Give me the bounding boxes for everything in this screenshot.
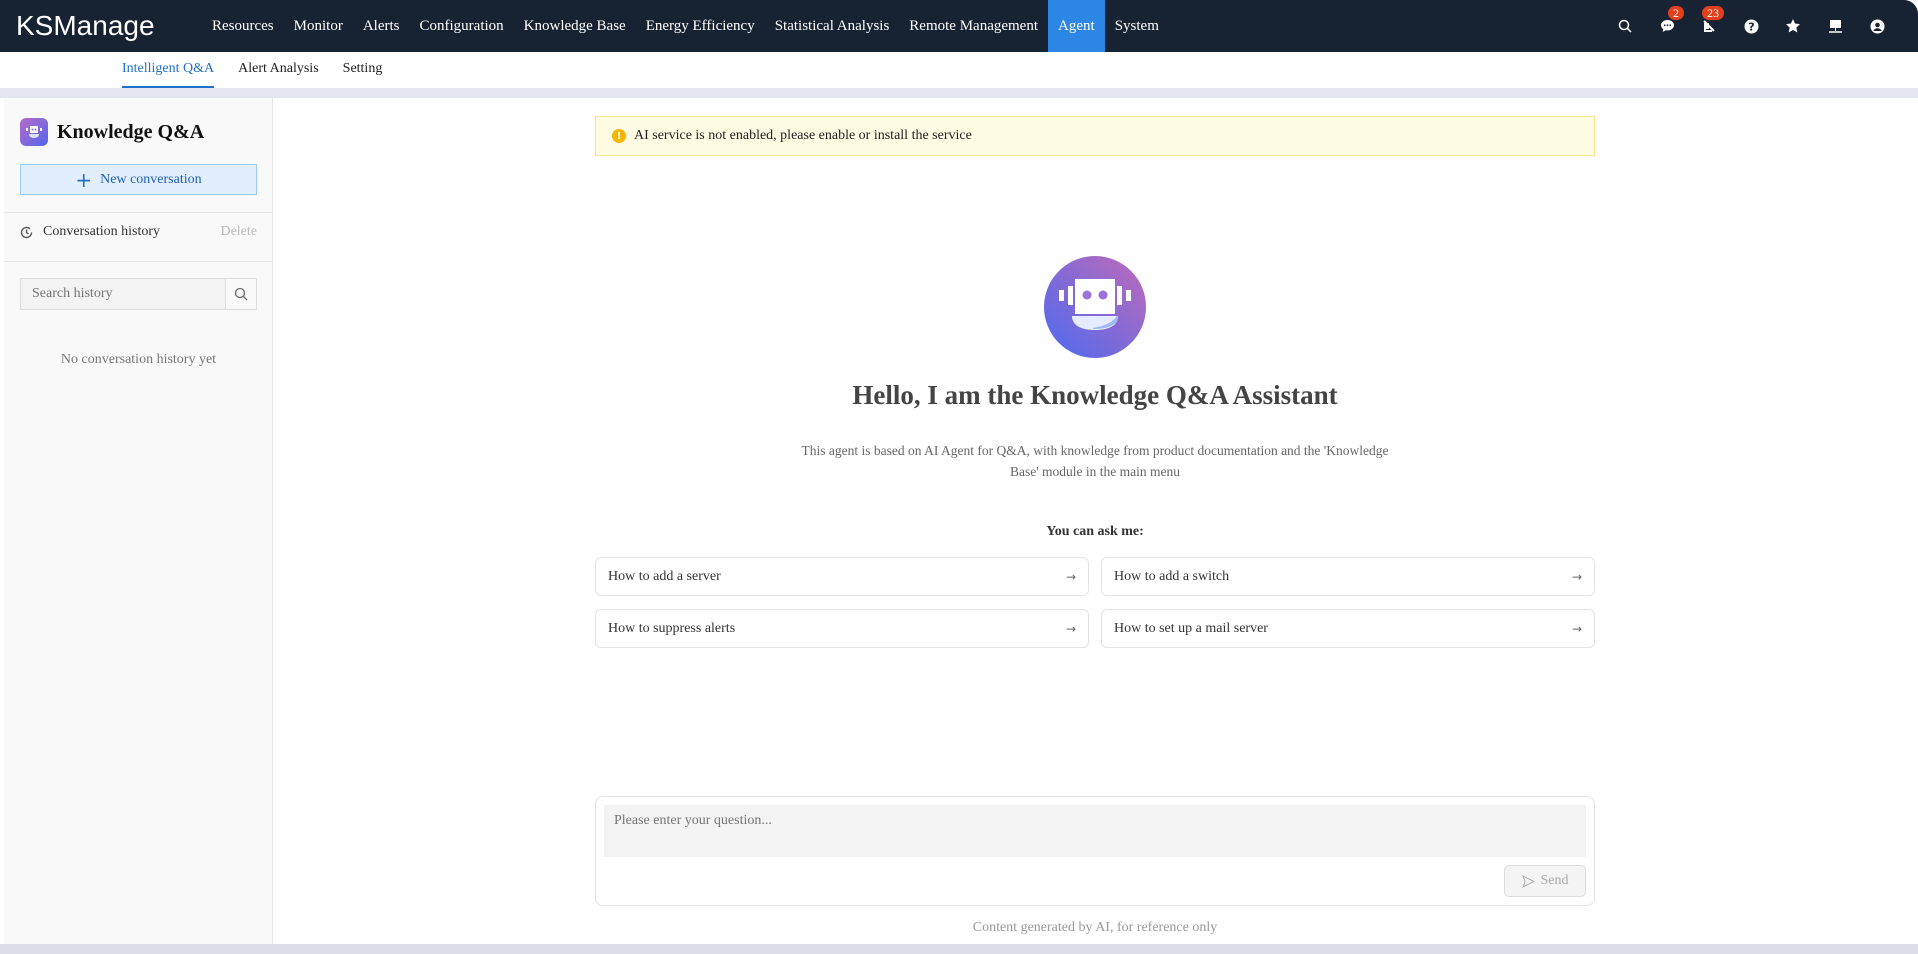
arrow-right-icon: → xyxy=(1065,621,1076,636)
nav-knowledge-base[interactable]: Knowledge Base xyxy=(514,0,636,52)
suggestion-text: How to set up a mail server xyxy=(1114,620,1268,636)
conversation-sidebar: Knowledge Q&A + New conversation Conversa… xyxy=(4,98,273,944)
favorites-star-icon[interactable] xyxy=(1772,0,1814,52)
messages-badge: 2 xyxy=(1668,6,1684,20)
divider-strip xyxy=(0,88,1918,98)
tab-alert-analysis[interactable]: Alert Analysis xyxy=(238,52,319,88)
send-label: Send xyxy=(1540,873,1569,888)
app-logo[interactable]: KSManage xyxy=(16,10,202,42)
suggestion-card[interactable]: How to suppress alerts → xyxy=(595,609,1089,648)
top-navbar: KSManage Resources Monitor Alerts Config… xyxy=(0,0,1918,52)
nav-agent[interactable]: Agent xyxy=(1048,0,1105,52)
tab-intelligent-qa[interactable]: Intelligent Q&A xyxy=(122,52,215,88)
suggestion-text: How to add a switch xyxy=(1114,568,1230,584)
search-icon[interactable] xyxy=(1604,0,1646,52)
new-conversation-button[interactable]: + New conversation xyxy=(20,164,257,195)
svg-text:?: ? xyxy=(1748,20,1754,33)
search-history-button[interactable] xyxy=(225,279,256,309)
search-icon xyxy=(234,287,248,301)
nav-alerts[interactable]: Alerts xyxy=(353,0,410,52)
new-conversation-label: New conversation xyxy=(100,171,202,187)
nav-system[interactable]: System xyxy=(1105,0,1169,52)
nav-remote-management[interactable]: Remote Management xyxy=(899,0,1048,52)
arrow-right-icon: → xyxy=(1065,569,1076,584)
user-account-icon[interactable] xyxy=(1856,0,1898,52)
nav-energy-efficiency[interactable]: Energy Efficiency xyxy=(636,0,765,52)
empty-history-text: No conversation history yet xyxy=(60,352,217,367)
alarm-icon[interactable]: 23 xyxy=(1688,0,1730,52)
send-button[interactable]: Send xyxy=(1504,865,1586,897)
message-icon[interactable]: 2 xyxy=(1646,0,1688,52)
bottom-strip xyxy=(0,944,1918,954)
main-nav: Resources Monitor Alerts Configuration K… xyxy=(202,0,1169,52)
suggestion-card[interactable]: How to set up a mail server → xyxy=(1101,609,1595,648)
welcome-heading: Hello, I am the Knowledge Q&A Assistant xyxy=(852,380,1338,410)
nav-monitor[interactable]: Monitor xyxy=(284,0,353,52)
assistant-robot-icon xyxy=(1044,256,1146,358)
nav-statistical-analysis[interactable]: Statistical Analysis xyxy=(765,0,900,52)
robot-logo-icon xyxy=(20,118,48,146)
ai-disclaimer: Content generated by AI, for reference o… xyxy=(972,920,1218,935)
alerts-badge: 23 xyxy=(1702,6,1724,20)
network-device-icon[interactable] xyxy=(1814,0,1856,52)
service-warning-alert: ! AI service is not enabled, please enab… xyxy=(595,116,1595,156)
question-input[interactable] xyxy=(604,805,1586,857)
suggestion-text: How to suppress alerts xyxy=(608,620,736,636)
welcome-description: This agent is based on AI Agent for Q&A,… xyxy=(801,443,1389,479)
warning-icon: ! xyxy=(612,129,626,143)
plus-icon: + xyxy=(75,167,93,192)
sidebar-title: Knowledge Q&A xyxy=(57,120,205,143)
search-history-input[interactable] xyxy=(21,279,225,309)
send-icon xyxy=(1521,874,1535,888)
divider xyxy=(4,212,273,213)
divider xyxy=(4,261,273,262)
nav-configuration[interactable]: Configuration xyxy=(410,0,514,52)
help-icon[interactable]: ? xyxy=(1730,0,1772,52)
suggestion-card[interactable]: How to add a switch → xyxy=(1101,557,1595,596)
suggestions-label: You can ask me: xyxy=(1046,524,1144,539)
suggestion-card[interactable]: How to add a server → xyxy=(595,557,1089,596)
delete-history-button[interactable]: Delete xyxy=(220,224,257,240)
nav-resources[interactable]: Resources xyxy=(202,0,284,52)
history-clock-icon xyxy=(20,226,33,238)
history-search xyxy=(20,278,257,310)
tab-setting[interactable]: Setting xyxy=(343,52,383,88)
arrow-right-icon: → xyxy=(1571,569,1582,584)
alert-text: AI service is not enabled, please enable… xyxy=(634,128,972,143)
arrow-right-icon: → xyxy=(1571,621,1582,636)
suggestion-text: How to add a server xyxy=(608,568,721,584)
sub-nav: Intelligent Q&A Alert Analysis Setting xyxy=(4,52,1914,88)
conversation-history-label: Conversation history xyxy=(43,224,161,239)
question-composer: Send xyxy=(595,796,1595,906)
